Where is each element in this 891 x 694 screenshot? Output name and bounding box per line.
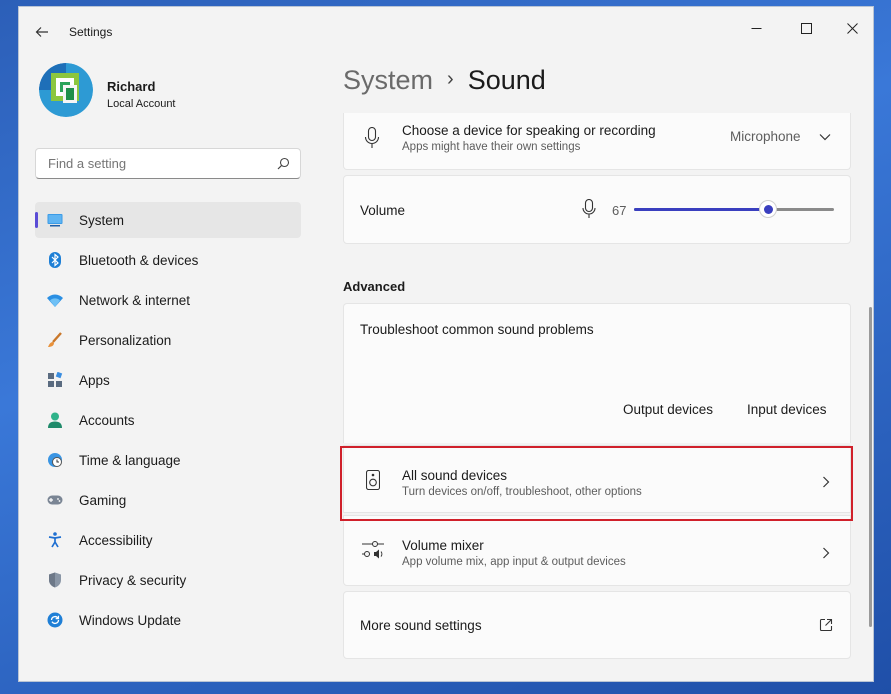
sidebar-item-time-language[interactable]: Time & language	[35, 442, 301, 478]
more-sound-settings-row[interactable]: More sound settings	[343, 591, 851, 659]
more-sound-settings-title: More sound settings	[360, 618, 482, 633]
sidebar-item-label: Network & internet	[79, 293, 191, 308]
sidebar-item-label: Accounts	[79, 413, 135, 428]
sidebar-item-label: Bluetooth & devices	[79, 253, 199, 268]
breadcrumb-separator: ›	[447, 68, 454, 90]
globe-clock-icon	[47, 452, 63, 468]
input-devices-button[interactable]: Input devices	[747, 402, 827, 417]
sidebar-item-label: Personalization	[79, 333, 172, 348]
person-icon	[47, 412, 63, 428]
sidebar-item-label: Time & language	[79, 453, 181, 468]
apps-icon	[47, 372, 63, 388]
slider-thumb-dot	[763, 204, 773, 214]
search-box[interactable]	[35, 148, 301, 179]
sidebar-item-apps[interactable]: Apps	[35, 362, 301, 398]
sidebar-item-label: Gaming	[79, 493, 127, 508]
back-arrow-icon	[35, 27, 48, 37]
chevron-right-icon	[818, 474, 834, 490]
volume-value: 67	[612, 203, 627, 218]
volume-mixer-subtitle: App volume mix, app input & output devic…	[402, 556, 626, 568]
breadcrumb: System › Sound	[343, 65, 546, 96]
close-icon	[846, 22, 858, 34]
input-device-selected: Microphone	[730, 129, 801, 144]
input-device-card[interactable]: Choose a device for speaking or recordin…	[343, 113, 851, 170]
back-button[interactable]	[29, 19, 55, 45]
microphone-icon	[582, 198, 596, 218]
sidebar-item-network[interactable]: Network & internet	[35, 282, 301, 318]
sidebar-item-privacy[interactable]: Privacy & security	[35, 562, 301, 598]
advanced-section-header: Advanced	[343, 279, 406, 294]
chevron-right-icon	[818, 545, 834, 561]
user-logo-icon	[39, 63, 93, 117]
sidebar-item-personalization[interactable]: Personalization	[35, 322, 301, 358]
volume-slider-fill	[634, 208, 768, 211]
minimize-icon	[751, 27, 761, 29]
all-sound-devices-row[interactable]: All sound devices Turn devices on/off, t…	[343, 445, 851, 513]
troubleshoot-card: Troubleshoot common sound problems Outpu…	[343, 303, 851, 443]
speaker-icon	[365, 469, 381, 495]
all-sound-devices-subtitle: Turn devices on/off, troubleshoot, other…	[402, 486, 642, 498]
sidebar-item-label: Accessibility	[79, 533, 153, 548]
sidebar-item-label: System	[79, 213, 125, 228]
maximize-button[interactable]	[783, 13, 829, 43]
shield-icon	[47, 572, 63, 588]
sidebar-item-label: Apps	[79, 373, 110, 388]
minimize-button[interactable]	[733, 13, 779, 43]
output-devices-button[interactable]: Output devices	[623, 402, 713, 417]
external-link-icon	[819, 618, 833, 637]
input-device-dropdown[interactable]: Microphone	[730, 129, 831, 144]
accessibility-icon	[47, 532, 63, 548]
chevron-down-icon	[819, 133, 830, 140]
monitor-icon	[47, 212, 63, 228]
sidebar-item-system[interactable]: System	[35, 202, 301, 238]
volume-mixer-title: Volume mixer	[402, 538, 484, 553]
active-indicator	[35, 212, 38, 228]
wifi-icon	[47, 292, 63, 308]
avatar[interactable]	[39, 63, 93, 117]
troubleshoot-title: Troubleshoot common sound problems	[360, 322, 594, 337]
breadcrumb-parent-link[interactable]: System	[343, 65, 433, 95]
search-icon	[277, 157, 290, 170]
sidebar-item-bluetooth[interactable]: Bluetooth & devices	[35, 242, 301, 278]
app-title: Settings	[69, 25, 113, 39]
all-sound-devices-title: All sound devices	[402, 468, 508, 483]
sidebar-item-accounts[interactable]: Accounts	[35, 402, 301, 438]
sidebar-item-accessibility[interactable]: Accessibility	[35, 522, 301, 558]
volume-slider-thumb[interactable]	[759, 200, 777, 218]
mixer-icon	[362, 540, 384, 565]
input-device-subtitle: Apps might have their own settings	[402, 141, 581, 153]
account-type: Local Account	[107, 98, 176, 110]
close-button[interactable]	[829, 13, 873, 43]
brush-icon	[47, 332, 63, 348]
microphone-mute-button[interactable]	[582, 198, 596, 224]
sidebar-item-gaming[interactable]: Gaming	[35, 482, 301, 518]
microphone-icon	[364, 126, 380, 154]
update-icon	[47, 612, 63, 628]
volume-label: Volume	[360, 203, 406, 218]
scrollbar[interactable]	[869, 307, 872, 627]
maximize-icon	[800, 22, 812, 34]
sidebar-item-label: Windows Update	[79, 613, 182, 628]
title-bar: Settings	[19, 7, 873, 53]
volume-mixer-row[interactable]: Volume mixer App volume mix, app input &…	[343, 515, 851, 586]
gamepad-icon	[47, 492, 63, 508]
user-name: Richard	[107, 79, 156, 94]
settings-window: Settings Richard Local Account Find a se…	[18, 6, 874, 682]
page-title: Sound	[467, 65, 546, 95]
bluetooth-icon	[47, 252, 63, 268]
sidebar-nav: System Bluetooth & devices Network & int…	[35, 202, 301, 642]
sidebar-item-label: Privacy & security	[79, 573, 187, 588]
sidebar-item-windows-update[interactable]: Windows Update	[35, 602, 301, 638]
search-input[interactable]	[46, 155, 270, 172]
volume-slider[interactable]	[634, 200, 834, 218]
input-device-title: Choose a device for speaking or recordin…	[402, 123, 656, 138]
